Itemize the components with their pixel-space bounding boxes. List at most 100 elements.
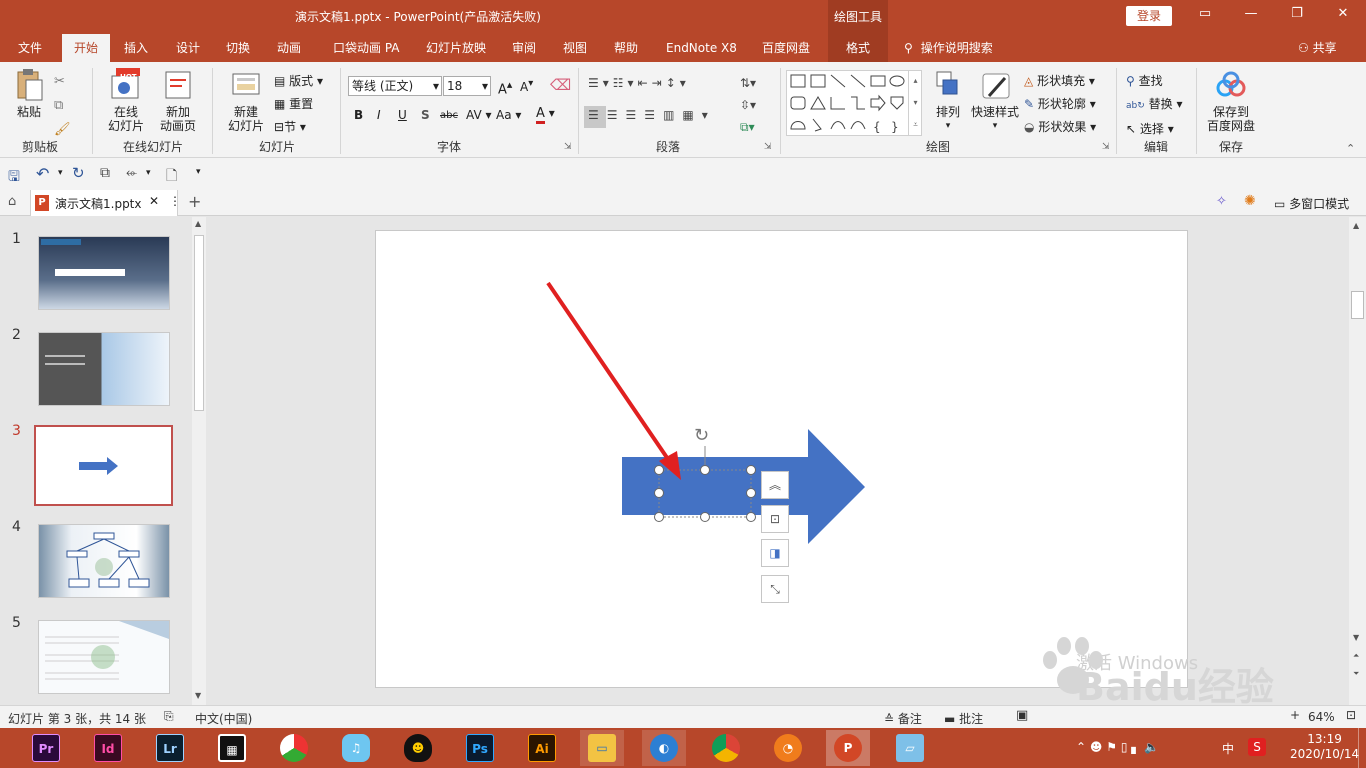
align-right-icon[interactable]: ☰ xyxy=(626,108,645,122)
taskbar-file-explorer[interactable]: ▭ xyxy=(580,730,624,766)
scrollbar-thumb[interactable] xyxy=(1351,291,1364,319)
volume-icon[interactable]: 🔈 xyxy=(1144,740,1159,754)
taskbar-powerpoint[interactable]: P xyxy=(826,730,870,766)
arrange-float-icon[interactable]: ◨ xyxy=(761,539,789,567)
taskbar-indesign[interactable]: Id xyxy=(86,730,130,766)
close-button[interactable]: ✕ xyxy=(1328,6,1358,28)
shrink-font-icon[interactable]: A▾ xyxy=(520,78,533,94)
clipboard-small-icons[interactable]: ✂ ⧉ 🖌 xyxy=(54,70,71,142)
tab-slideshow[interactable]: 幻灯片放映 xyxy=(418,34,494,62)
scroll-up-icon[interactable]: ▲ xyxy=(1353,221,1359,230)
slide-thumbnail-4[interactable] xyxy=(38,524,170,598)
shape-effects-button[interactable]: ◒ 形状效果 ▾ xyxy=(1024,116,1096,139)
ime-indicator[interactable]: 中 xyxy=(1222,740,1234,757)
ribbon-display-options-icon[interactable]: ▭ xyxy=(1190,6,1220,28)
scroll-down-icon[interactable]: ▼ xyxy=(195,691,201,700)
shape-fill-button[interactable]: ◬ 形状填充 ▾ xyxy=(1024,70,1096,93)
login-button[interactable]: 登录 xyxy=(1126,6,1172,26)
resize-handle-n[interactable] xyxy=(700,465,710,475)
increase-indent-icon[interactable]: ⇥ xyxy=(652,76,666,90)
fit-to-window-icon[interactable]: ⊡ xyxy=(1346,708,1356,722)
tab-review[interactable]: 审阅 xyxy=(504,34,544,62)
pin-icon[interactable]: ✧ xyxy=(1216,194,1227,209)
shapes-gallery-scroll[interactable]: ▴ ▾ ⩡ xyxy=(908,70,922,136)
slide-canvas[interactable]: ↻ ︽ ⊡ ◨ ⤡ 激活 Windows xyxy=(375,230,1198,688)
show-hidden-icons[interactable]: ⌃ xyxy=(1076,740,1086,754)
normal-view-icon[interactable]: ▣ xyxy=(1016,708,1028,723)
battery-icon[interactable]: ▯ xyxy=(1121,740,1128,754)
tab-endnote[interactable]: EndNote X8 xyxy=(658,34,745,62)
copy-icon[interactable]: ⧉ xyxy=(54,94,71,118)
slide-thumbnail-1[interactable] xyxy=(38,236,170,310)
tab-help[interactable]: 帮助 xyxy=(606,34,646,62)
zoom-level[interactable]: 64% xyxy=(1308,710,1335,724)
show-desktop-button[interactable] xyxy=(1358,728,1366,768)
anchor-icon[interactable]: ⊡ xyxy=(761,505,789,533)
qq-tray-icon[interactable]: ☻ xyxy=(1090,740,1103,754)
align-center-icon[interactable]: ☰ xyxy=(607,108,626,122)
shadow-button[interactable]: S xyxy=(421,108,430,122)
italic-button[interactable]: I xyxy=(377,108,381,122)
section-button[interactable]: ⊟节 ▾ xyxy=(274,116,323,139)
taskbar-illustrator[interactable]: Ai xyxy=(520,730,564,766)
dialog-launcher-icon[interactable]: ⇲ xyxy=(764,142,772,152)
dialog-launcher-icon[interactable]: ⇲ xyxy=(1102,142,1110,152)
bold-button[interactable]: B xyxy=(354,108,363,122)
justify-icon[interactable]: ☰ xyxy=(644,108,663,122)
tab-view[interactable]: 视图 xyxy=(555,34,595,62)
chevron-down-icon[interactable]: ▾ xyxy=(146,168,151,178)
resize-handle-sw[interactable] xyxy=(654,512,664,522)
new-animation-page-button[interactable]: 新加 动画页 xyxy=(152,68,204,133)
underline-button[interactable]: U xyxy=(398,108,407,122)
home-icon[interactable]: ⌂ xyxy=(8,194,16,209)
resize-handle-e[interactable] xyxy=(746,488,756,498)
paste-button[interactable]: 粘贴 xyxy=(10,68,48,119)
touch-mode-icon[interactable]: ⬰ xyxy=(126,165,137,181)
comments-button[interactable]: ▬ 批注 xyxy=(944,710,983,727)
char-spacing-icon[interactable]: AV ▾ xyxy=(466,108,492,122)
tab-animations[interactable]: 动画 xyxy=(269,34,309,62)
undo-icon[interactable]: ↶ xyxy=(36,164,49,183)
strikethrough-button[interactable]: abc xyxy=(440,110,458,121)
slide-thumbnail-2[interactable] xyxy=(38,332,170,406)
shape-outline-button[interactable]: ✎ 形状轮廓 ▾ xyxy=(1024,93,1096,116)
zoom-in-icon[interactable]: + xyxy=(1290,708,1300,722)
align-left-icon[interactable]: ☰ xyxy=(588,108,607,122)
quick-styles-button[interactable]: 快速样式 ▾ xyxy=(968,70,1022,133)
tab-home[interactable]: 开始 xyxy=(62,34,110,62)
new-tab-icon[interactable]: + xyxy=(188,192,201,211)
layout-options-icon[interactable]: ︽ xyxy=(761,471,789,499)
new-file-icon[interactable]: 🗋 xyxy=(166,165,177,189)
next-slide-icon[interactable]: ⏷ xyxy=(1353,669,1359,679)
slide-thumbnail-3-current[interactable] xyxy=(34,425,173,506)
font-size-combo[interactable]: 18 ▾ xyxy=(443,76,491,96)
grow-font-icon[interactable]: A▴ xyxy=(498,78,512,97)
cut-icon[interactable]: ✂ xyxy=(54,70,71,94)
layout-button[interactable]: ▤ 版式 ▾ xyxy=(274,70,323,93)
taskbar-lightroom[interactable]: Lr xyxy=(148,730,192,766)
tab-pocket-animation[interactable]: 口袋动画 PA xyxy=(325,34,408,62)
scroll-up-icon[interactable]: ▲ xyxy=(195,219,201,228)
tell-me-search[interactable]: ⚲ 操作说明搜索 xyxy=(904,34,993,62)
slide-thumbnail-5[interactable] xyxy=(38,620,170,694)
taskbar-photoshop[interactable]: Ps xyxy=(458,730,502,766)
smartart-icon[interactable]: ⧉▾ xyxy=(740,116,756,138)
tab-file[interactable]: 文件 xyxy=(10,34,50,62)
redo-icon[interactable]: ↻ xyxy=(72,164,85,182)
resize-float-icon[interactable]: ⤡ xyxy=(761,575,789,603)
taskbar-chrome[interactable] xyxy=(704,730,748,766)
resize-handle-ne[interactable] xyxy=(746,465,756,475)
close-tab-icon[interactable]: ✕ xyxy=(149,194,159,208)
taskbar-browser[interactable]: ◐ xyxy=(642,730,686,766)
tab-design[interactable]: 设计 xyxy=(168,34,208,62)
minimize-button[interactable]: — xyxy=(1236,6,1266,28)
editor-vertical-scrollbar[interactable]: ▲ ▼ ⏶ ⏷ xyxy=(1349,217,1366,705)
tab-insert[interactable]: 插入 xyxy=(116,34,156,62)
dialog-launcher-icon[interactable]: ⇲ xyxy=(564,142,572,152)
from-beginning-icon[interactable]: ⧉ xyxy=(100,165,110,181)
align-text-icon[interactable]: ⇳▾ xyxy=(740,94,756,116)
notes-button[interactable]: ≙ 备注 xyxy=(884,710,922,727)
taskbar-notes-app[interactable]: ▱ xyxy=(888,730,932,766)
taskbar-qq[interactable]: ☻ xyxy=(396,730,440,766)
replace-button[interactable]: ab↻ 替换 ▾ xyxy=(1126,93,1182,118)
